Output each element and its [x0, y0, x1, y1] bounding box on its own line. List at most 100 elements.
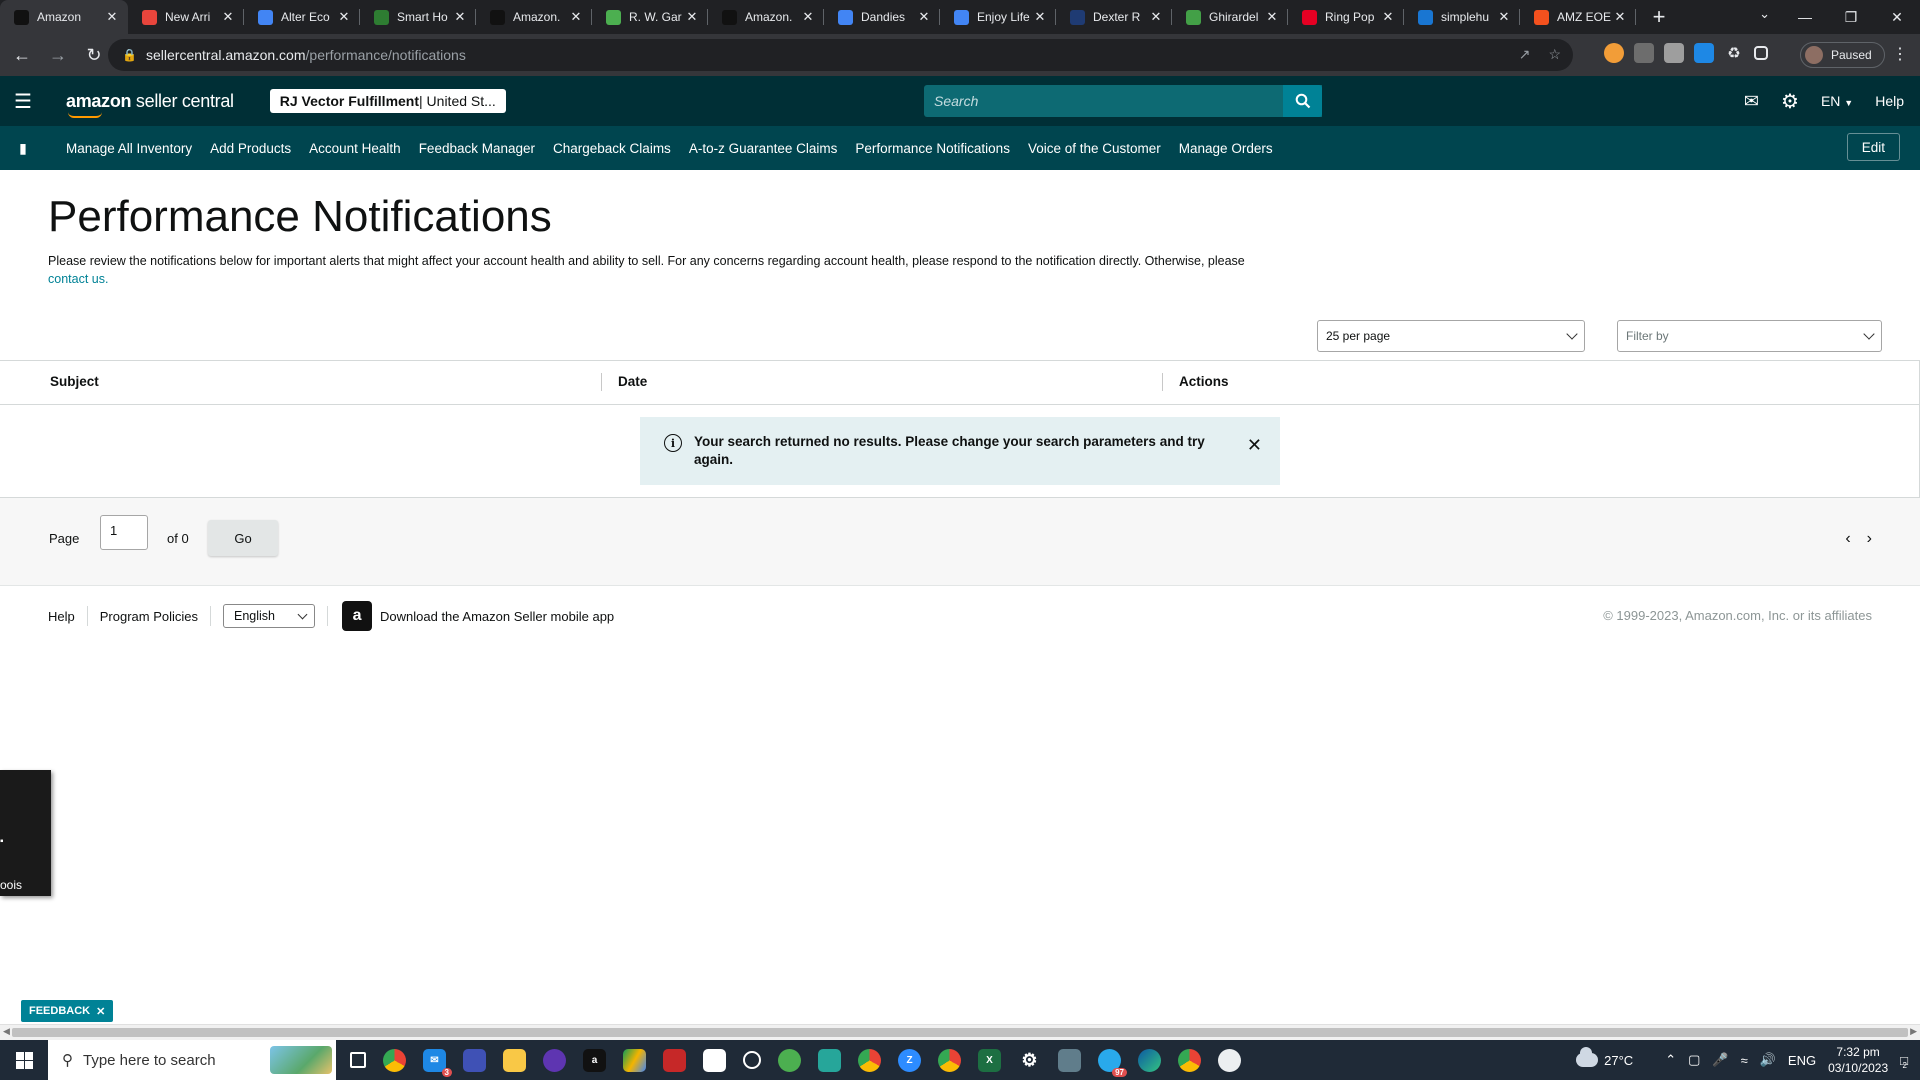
shield-icon[interactable]: [818, 1048, 841, 1072]
close-tab-icon[interactable]: ✕: [1380, 9, 1396, 25]
close-tab-icon[interactable]: ✕: [1264, 9, 1280, 25]
extension-icon[interactable]: [1664, 43, 1684, 63]
footer-language-select[interactable]: English: [223, 604, 316, 628]
chevron-right-icon[interactable]: ›: [1867, 530, 1872, 548]
chrome-icon[interactable]: [383, 1048, 406, 1072]
browser-tab[interactable]: Amazon. ✕: [708, 0, 824, 34]
language-selector[interactable]: EN ▼: [1821, 93, 1853, 109]
browser-tab[interactable]: Enjoy Life ✕: [940, 0, 1056, 34]
browser-tab[interactable]: Amazon ✕: [0, 0, 128, 34]
hamburger-menu-icon[interactable]: ☰: [0, 89, 46, 114]
app-icon[interactable]: [743, 1051, 761, 1069]
browser-tab[interactable]: Ring Pop ✕: [1288, 0, 1404, 34]
puzzle-icon[interactable]: ♻: [1724, 43, 1744, 63]
profile-button[interactable]: Paused: [1800, 42, 1885, 68]
edge-icon[interactable]: [1138, 1048, 1161, 1072]
app-icon[interactable]: [703, 1048, 726, 1072]
close-tab-icon[interactable]: ✕: [684, 9, 700, 25]
app-icon[interactable]: [663, 1048, 686, 1072]
chrome-icon[interactable]: [858, 1048, 881, 1072]
bookmark-link[interactable]: Voice of the Customer: [1028, 141, 1161, 156]
notification-center-icon[interactable]: □ 2: [1900, 1053, 1908, 1070]
browser-tab[interactable]: New Arri ✕: [128, 0, 244, 34]
browser-tab[interactable]: Ghirardel ✕: [1172, 0, 1288, 34]
minimize-icon[interactable]: —: [1782, 9, 1828, 25]
close-tab-icon[interactable]: ✕: [1612, 9, 1628, 25]
excel-icon[interactable]: X: [978, 1048, 1001, 1072]
browser-tab[interactable]: Dandies ✕: [824, 0, 940, 34]
footer-help-link[interactable]: Help: [48, 609, 75, 624]
bookmark-link[interactable]: Manage All Inventory: [66, 141, 192, 156]
mail-icon[interactable]: ✉: [1744, 91, 1759, 112]
scroll-right-icon[interactable]: ▶: [1910, 1026, 1917, 1037]
store-switcher[interactable]: RJ Vector Fulfillment | United St...: [269, 89, 506, 113]
edit-bookmarks-button[interactable]: Edit: [1846, 133, 1900, 161]
camera-icon[interactable]: ▢: [1688, 1052, 1700, 1068]
horizontal-scrollbar[interactable]: ◀ ▶: [0, 1024, 1920, 1040]
close-tab-icon[interactable]: ✕: [800, 9, 816, 25]
browser-menu-icon[interactable]: ⋮: [1892, 44, 1908, 64]
chrome-icon[interactable]: [1178, 1048, 1201, 1072]
settings-icon[interactable]: ⚙: [1018, 1049, 1041, 1072]
column-header-subject[interactable]: Subject: [50, 374, 99, 389]
bookmark-link[interactable]: Add Products: [210, 141, 291, 156]
bookmark-link[interactable]: Account Health: [309, 141, 401, 156]
chevron-up-icon[interactable]: ⌃: [1665, 1052, 1676, 1068]
column-header-date[interactable]: Date: [618, 374, 647, 389]
search-icon[interactable]: [1283, 85, 1322, 117]
extension-icon[interactable]: [1694, 43, 1714, 63]
browser-tab[interactable]: Smart Ho ✕: [360, 0, 476, 34]
extension-icon[interactable]: [1604, 43, 1624, 63]
close-tab-icon[interactable]: ✕: [452, 9, 468, 25]
side-panel-icon[interactable]: [1754, 46, 1768, 60]
close-window-icon[interactable]: ✕: [1874, 9, 1920, 26]
close-tab-icon[interactable]: ✕: [568, 9, 584, 25]
reload-icon[interactable]: ↻: [80, 45, 108, 66]
seller-app-icon[interactable]: a: [342, 601, 373, 631]
zoom-icon[interactable]: Z: [898, 1048, 921, 1072]
close-tab-icon[interactable]: ✕: [1148, 9, 1164, 25]
windows-start-icon[interactable]: [0, 1051, 48, 1069]
clock[interactable]: 7:32 pm 03/10/2023: [1828, 1044, 1888, 1076]
wifi-icon[interactable]: ≈: [1741, 1053, 1748, 1068]
microphone-icon[interactable]: 🎤: [1712, 1052, 1728, 1068]
task-view-icon[interactable]: [350, 1052, 366, 1068]
close-icon[interactable]: ✕: [1247, 435, 1262, 456]
mail-icon[interactable]: ✉ 3: [423, 1048, 452, 1077]
per-page-select[interactable]: 25 per page: [1317, 320, 1585, 352]
close-tab-icon[interactable]: ✕: [220, 9, 236, 25]
media-icon[interactable]: [543, 1048, 566, 1072]
telegram-icon[interactable]: 97: [1098, 1048, 1127, 1077]
close-tab-icon[interactable]: ✕: [104, 9, 120, 25]
store-icon[interactable]: [463, 1048, 486, 1072]
app-icon[interactable]: [1218, 1048, 1241, 1072]
restore-icon[interactable]: ❐: [1828, 9, 1874, 26]
download-app-link[interactable]: Download the Amazon Seller mobile app: [380, 609, 614, 624]
extension-icon[interactable]: [1634, 43, 1654, 63]
close-tab-icon[interactable]: ✕: [1032, 9, 1048, 25]
browser-tab[interactable]: simplehu ✕: [1404, 0, 1520, 34]
seller-search-input[interactable]: Search: [924, 85, 1322, 117]
browser-tab[interactable]: R. W. Gar ✕: [592, 0, 708, 34]
taskbar-search-input[interactable]: ⚲ Type here to search: [48, 1040, 336, 1080]
close-tab-icon[interactable]: ✕: [336, 9, 352, 25]
bookmark-icon[interactable]: ▮: [0, 140, 46, 157]
file-explorer-icon[interactable]: [503, 1048, 526, 1072]
back-icon[interactable]: ←: [8, 45, 36, 66]
chrome-icon[interactable]: [932, 1039, 967, 1080]
close-icon[interactable]: ✕: [96, 1005, 105, 1018]
lock-icon[interactable]: 🔒: [122, 48, 140, 62]
scrollbar-thumb[interactable]: [12, 1028, 1908, 1037]
amazon-icon[interactable]: a: [583, 1048, 606, 1072]
browser-tab[interactable]: Amazon. ✕: [476, 0, 592, 34]
bookmark-star-icon[interactable]: ☆: [1548, 46, 1561, 63]
utorrent-icon[interactable]: [778, 1048, 801, 1072]
bookmark-link[interactable]: Manage Orders: [1179, 141, 1273, 156]
help-link[interactable]: Help: [1875, 93, 1904, 109]
seller-central-logo[interactable]: amazon seller central: [66, 91, 234, 118]
calculator-icon[interactable]: [1058, 1048, 1081, 1072]
share-icon[interactable]: ↗: [1519, 46, 1531, 63]
page-number-input[interactable]: 1: [100, 515, 148, 550]
feedback-button[interactable]: FEEDBACK ✕: [21, 1000, 114, 1022]
scroll-left-icon[interactable]: ◀: [3, 1026, 10, 1037]
